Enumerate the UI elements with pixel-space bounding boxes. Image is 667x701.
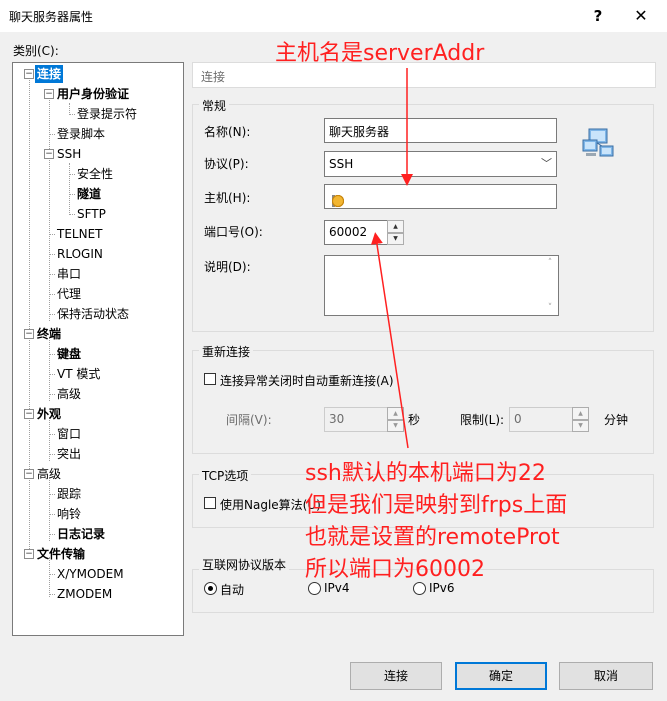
- desc-label: 说明(D):: [204, 260, 251, 274]
- tree-item[interactable]: 响铃: [55, 505, 83, 523]
- port-label: 端口号(O):: [204, 225, 263, 239]
- limit-down-button[interactable]: ▼: [572, 420, 589, 432]
- window-title: 聊天服务器属性: [9, 10, 94, 24]
- collapse-icon[interactable]: −: [24, 329, 34, 339]
- collapse-icon[interactable]: −: [24, 69, 34, 79]
- tree-item[interactable]: ZMODEM: [55, 585, 114, 603]
- annotation-port-line-1: ssh默认的本机端口为22: [305, 461, 546, 486]
- tree-item[interactable]: 隧道: [75, 185, 103, 203]
- tree-item[interactable]: 保持活动状态: [55, 305, 131, 323]
- help-button[interactable]: ?: [586, 4, 610, 28]
- radio-ipv4[interactable]: [308, 582, 321, 595]
- limit-up-button[interactable]: ▲: [572, 407, 589, 420]
- tree-item[interactable]: 文件传输: [35, 545, 87, 563]
- tree-item[interactable]: 终端: [35, 325, 63, 343]
- reconnect-group-title: 重新连接: [199, 343, 254, 360]
- tree-item[interactable]: 键盘: [55, 345, 83, 363]
- radio-auto[interactable]: [204, 582, 217, 595]
- interval-down-button[interactable]: ▼: [387, 420, 404, 432]
- tree-item[interactable]: 登录提示符: [75, 105, 139, 123]
- collapse-icon[interactable]: −: [44, 149, 54, 159]
- port-value: 60002: [329, 225, 368, 239]
- port-down-button[interactable]: ▼: [387, 233, 404, 245]
- tree-item[interactable]: RLOGIN: [55, 245, 105, 263]
- radio-ipv4-label: IPv4: [324, 581, 350, 595]
- section-header-text: 连接: [201, 70, 226, 84]
- desc-scrollbar[interactable]: ˄ ˅: [542, 256, 558, 315]
- scroll-down-icon[interactable]: ˅: [542, 303, 558, 313]
- host-label: 主机(H):: [204, 191, 251, 205]
- name-field[interactable]: 聊天服务器: [324, 118, 557, 143]
- reconnect-group: [192, 350, 654, 454]
- collapse-icon[interactable]: −: [24, 469, 34, 479]
- category-tree[interactable]: 连接 − 用户身份验证 − 登录提示符 登录脚本 SSH − 安全性 隧道 SFTP TELNET RL…: [12, 62, 184, 636]
- annotation-port-line-4: 所以端口为60002: [305, 557, 485, 582]
- interval-value: 30: [329, 412, 345, 426]
- cancel-button[interactable]: 取消: [559, 662, 653, 690]
- tree-item[interactable]: SFTP: [75, 205, 108, 223]
- tree-item[interactable]: 日志记录: [55, 525, 107, 543]
- scroll-up-icon[interactable]: ˄: [542, 258, 558, 268]
- interval-field[interactable]: 30: [324, 407, 388, 432]
- tree-item[interactable]: X/YMODEM: [55, 565, 126, 583]
- general-group-title: 常规: [199, 97, 230, 114]
- tree-item[interactable]: VT 模式: [55, 365, 102, 383]
- tree-item[interactable]: 代理: [55, 285, 83, 303]
- tree-item[interactable]: 外观: [35, 405, 63, 423]
- limit-value: 0: [514, 412, 522, 426]
- tree-item[interactable]: 串口: [55, 265, 83, 283]
- interval-unit: 秒: [408, 413, 421, 427]
- tree-item[interactable]: 登录脚本: [55, 125, 107, 143]
- tcp-group-title: TCP选项: [199, 467, 252, 484]
- radio-auto-label: 自动: [220, 583, 245, 597]
- category-label: 类别(C):: [13, 44, 59, 58]
- tree-item[interactable]: 窗口: [55, 425, 83, 443]
- nagle-checkbox[interactable]: [204, 497, 216, 509]
- limit-unit: 分钟: [604, 413, 629, 427]
- collapse-icon[interactable]: −: [44, 89, 54, 99]
- tree-item[interactable]: 高级: [55, 385, 83, 403]
- auto-reconnect-label: 连接异常关闭时自动重新连接(A): [220, 374, 394, 388]
- title-bar: [0, 0, 667, 32]
- collapse-icon[interactable]: −: [24, 549, 34, 559]
- limit-field[interactable]: 0: [509, 407, 573, 432]
- annotation-port-line-2: 但是我们是映射到frps上面: [305, 493, 568, 518]
- network-computer-icon: [582, 128, 614, 157]
- protocol-label: 协议(P):: [204, 157, 249, 171]
- collapse-icon[interactable]: −: [24, 409, 34, 419]
- tree-item[interactable]: 连接: [35, 65, 64, 83]
- host-field[interactable]: [324, 184, 557, 209]
- tree-item[interactable]: 用户身份验证: [55, 85, 131, 103]
- tree-item[interactable]: TELNET: [55, 225, 105, 243]
- tree-item[interactable]: 高级: [35, 465, 63, 483]
- radio-ipv6[interactable]: [413, 582, 426, 595]
- port-up-button[interactable]: ▲: [387, 220, 404, 233]
- protocol-select[interactable]: SSH ﹀: [324, 151, 557, 177]
- name-value: 聊天服务器: [329, 125, 390, 139]
- interval-up-button[interactable]: ▲: [387, 407, 404, 420]
- radio-ipv6-label: IPv6: [429, 581, 455, 595]
- tree-item[interactable]: 突出: [55, 445, 83, 463]
- ok-button[interactable]: 确定: [455, 662, 547, 690]
- connect-button[interactable]: 连接: [350, 662, 442, 690]
- ipver-group-title: 互联网协议版本: [199, 556, 290, 573]
- desc-field[interactable]: ˄ ˅: [324, 255, 559, 316]
- annotation-host: 主机名是serverAddr: [275, 41, 485, 66]
- protocol-value: SSH: [329, 157, 354, 171]
- interval-label: 间隔(V):: [226, 413, 272, 427]
- name-label: 名称(N):: [204, 125, 251, 139]
- chevron-down-icon: ﹀: [541, 157, 552, 170]
- close-button[interactable]: ✕: [627, 4, 655, 28]
- limit-label: 限制(L):: [460, 413, 505, 427]
- tree-item[interactable]: SSH: [55, 145, 83, 163]
- tree-item[interactable]: 跟踪: [55, 485, 83, 503]
- port-field[interactable]: 60002: [324, 220, 388, 245]
- tree-item[interactable]: 安全性: [75, 165, 115, 183]
- auto-reconnect-checkbox[interactable]: [204, 373, 216, 385]
- annotation-port-line-3: 也就是设置的remoteProt: [305, 525, 560, 550]
